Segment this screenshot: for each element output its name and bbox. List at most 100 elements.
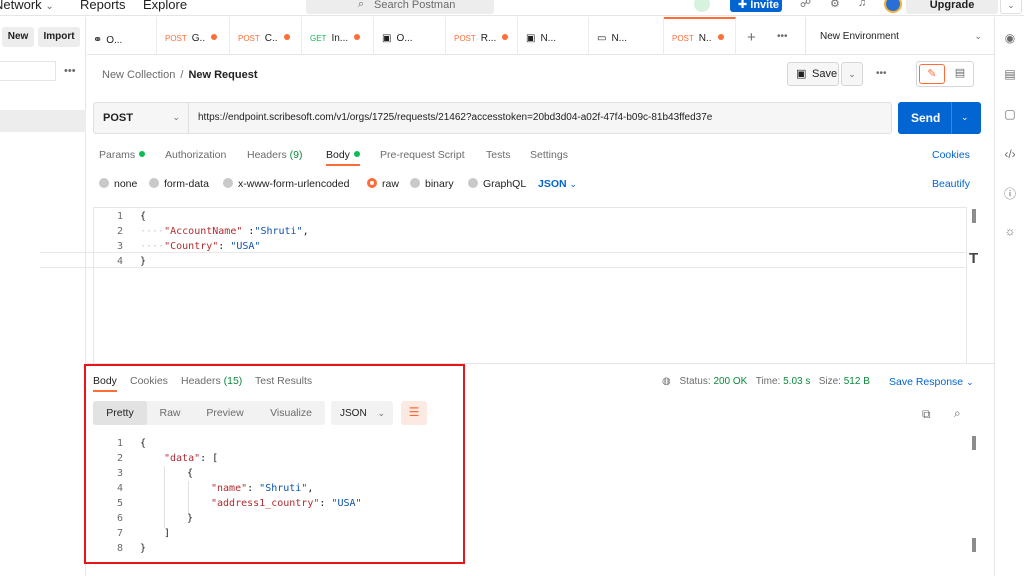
save-button[interactable]: ▣ Save <box>787 62 839 86</box>
breadcrumb-parent[interactable]: New Collection <box>102 69 175 81</box>
breadcrumb: New Collection / New Request <box>102 69 258 81</box>
response-format-select[interactable]: JSON ⌄ <box>331 401 393 425</box>
unsaved-dot <box>717 34 724 40</box>
tab-params[interactable]: Params <box>99 149 146 161</box>
pencil-icon[interactable]: ✎ <box>919 64 945 84</box>
body-type-binary[interactable]: binary <box>410 178 454 190</box>
view-preview[interactable]: Preview <box>193 401 257 425</box>
chevron-down-icon[interactable]: ⌄ <box>1000 0 1022 14</box>
response-tab-body[interactable]: Body <box>93 375 117 392</box>
global-search[interactable]: ⌕ Search Postman <box>306 0 494 14</box>
view-raw[interactable]: Raw <box>147 401 193 425</box>
copy-icon[interactable]: ⧉ <box>922 407 931 422</box>
url-input[interactable]: https://endpoint.scribesoft.com/v1/orgs/… <box>198 112 712 123</box>
eye-icon[interactable]: ◉ <box>995 31 1024 45</box>
avatar[interactable] <box>884 0 902 13</box>
search-icon[interactable]: ⌕ <box>954 406 961 421</box>
code-line: "address1_country": "USA" <box>211 498 362 509</box>
sidebar-more-icon[interactable]: ••• <box>64 65 76 77</box>
import-button[interactable]: Import <box>38 27 80 47</box>
open-tab[interactable]: POST G.. <box>157 17 230 55</box>
new-tab-icon[interactable]: + <box>747 29 756 46</box>
upgrade-button[interactable]: Upgrade <box>906 0 998 14</box>
body-type-urlencoded[interactable]: x-www-form-urlencoded <box>223 178 349 190</box>
mode-toggle: ✎ ▤ <box>916 61 974 87</box>
right-rail: ◉ ▤ ▢ ‹/› ⓘ ☼ <box>994 17 1024 576</box>
new-button[interactable]: New <box>2 27 34 47</box>
lightbulb-icon[interactable]: ☼ <box>995 224 1024 238</box>
nav-reports[interactable]: Reports <box>80 0 126 12</box>
tabs-more-icon[interactable]: ••• <box>777 31 788 42</box>
tab-tests[interactable]: Tests <box>486 149 511 161</box>
view-pretty[interactable]: Pretty <box>93 401 147 425</box>
collection-icon: ⚭ <box>93 34 103 46</box>
satellite-icon[interactable]: ☍ <box>800 0 811 10</box>
nav-network[interactable]: Network ⌄ <box>0 0 54 12</box>
documentation-icon[interactable]: ▤ <box>995 67 1024 81</box>
open-tab[interactable]: POST R... <box>446 17 518 55</box>
response-tab-headers[interactable]: Headers (15) <box>181 375 242 387</box>
sidebar-filter-input[interactable] <box>0 61 56 81</box>
unsaved-dot <box>354 34 361 40</box>
body-type-raw[interactable]: raw <box>367 178 399 190</box>
globe-icon[interactable]: ◍ <box>662 376 671 387</box>
open-tab[interactable]: ⚭ O... <box>87 17 157 55</box>
scrollbar[interactable] <box>972 209 976 223</box>
unsaved-dot <box>502 34 509 40</box>
open-tab-active[interactable]: POST N.. <box>664 17 736 55</box>
info-icon[interactable]: ⓘ <box>995 185 1024 202</box>
comments-icon[interactable]: ▢ <box>995 107 1024 121</box>
code-line: "data": [ <box>164 453 219 464</box>
cookies-link[interactable]: Cookies <box>932 149 970 161</box>
save-options-button[interactable]: ⌄ <box>841 62 863 86</box>
body-type-form-data[interactable]: form-data <box>149 178 209 190</box>
chevron-down-icon: ⌄ <box>974 31 982 41</box>
gear-icon[interactable]: ⚙ <box>830 0 840 10</box>
chevron-down-icon: ⌄ <box>377 408 385 418</box>
unsaved-dot <box>211 34 218 40</box>
bell-icon[interactable]: ♫ <box>858 0 866 9</box>
wrap-lines-icon[interactable]: ☰ <box>401 401 427 425</box>
text-cursor-icon: T <box>969 250 979 267</box>
sync-status-icon[interactable] <box>694 0 710 12</box>
open-tab[interactable]: ▭ N... <box>589 17 664 55</box>
status-badge: 200 OK <box>713 376 748 387</box>
tab-headers[interactable]: Headers (9) <box>247 149 302 161</box>
response-tab-test-results[interactable]: Test Results <box>255 375 312 387</box>
sidebar-selected-item[interactable] <box>0 110 86 132</box>
request-tabs-bar: ⚭ O... POST G.. POST C.. GET In... ▣ O... POS… <box>87 17 994 55</box>
environment-select[interactable]: New Environment ⌄ <box>805 17 994 55</box>
unsaved-dot <box>283 34 290 40</box>
beautify-link[interactable]: Beautify <box>932 178 970 190</box>
tab-body[interactable]: Body <box>326 149 360 166</box>
page-title[interactable]: New Request <box>188 69 257 81</box>
save-response-button[interactable]: Save Response ⌄ <box>889 376 974 388</box>
tab-authorization[interactable]: Authorization <box>165 149 226 161</box>
code-icon[interactable]: ‹/› <box>995 147 1024 161</box>
request-config-tabs: Params Authorization Headers (9) Body Pr… <box>99 149 899 169</box>
chevron-down-icon: ⌄ <box>569 179 578 189</box>
invite-button[interactable]: ✚ Invite <box>730 0 782 12</box>
open-tab[interactable]: GET In... <box>302 17 374 55</box>
request-more-icon[interactable]: ••• <box>876 68 887 79</box>
tab-prerequest-script[interactable]: Pre-request Script <box>380 149 465 161</box>
view-visualize[interactable]: Visualize <box>257 401 325 425</box>
example-icon: ▣ <box>382 33 392 44</box>
nav-explore[interactable]: Explore <box>143 0 187 12</box>
open-tab[interactable]: ▣ O... <box>374 17 446 55</box>
open-tab[interactable]: POST C.. <box>230 17 302 55</box>
scrollbar[interactable] <box>972 436 976 450</box>
documentation-mode-icon[interactable]: ▤ <box>948 64 972 84</box>
body-language-select[interactable]: JSON ⌄ <box>538 178 577 190</box>
response-status: ◍ Status: 200 OK Time: 5.03 s Size: 512 … <box>662 376 870 387</box>
body-type-none[interactable]: none <box>99 178 137 190</box>
open-tab[interactable]: ▣ N... <box>518 17 589 55</box>
chevron-down-icon[interactable]: ⌄ <box>961 112 969 123</box>
response-tab-cookies[interactable]: Cookies <box>130 375 168 387</box>
body-type-graphql[interactable]: GraphQL <box>468 178 526 190</box>
method-select[interactable]: POST ⌄ <box>94 103 189 133</box>
scrollbar[interactable] <box>972 538 976 552</box>
tab-settings[interactable]: Settings <box>530 149 568 161</box>
save-icon: ▣ <box>796 68 807 80</box>
send-button[interactable]: Send ⌄ <box>898 102 981 134</box>
